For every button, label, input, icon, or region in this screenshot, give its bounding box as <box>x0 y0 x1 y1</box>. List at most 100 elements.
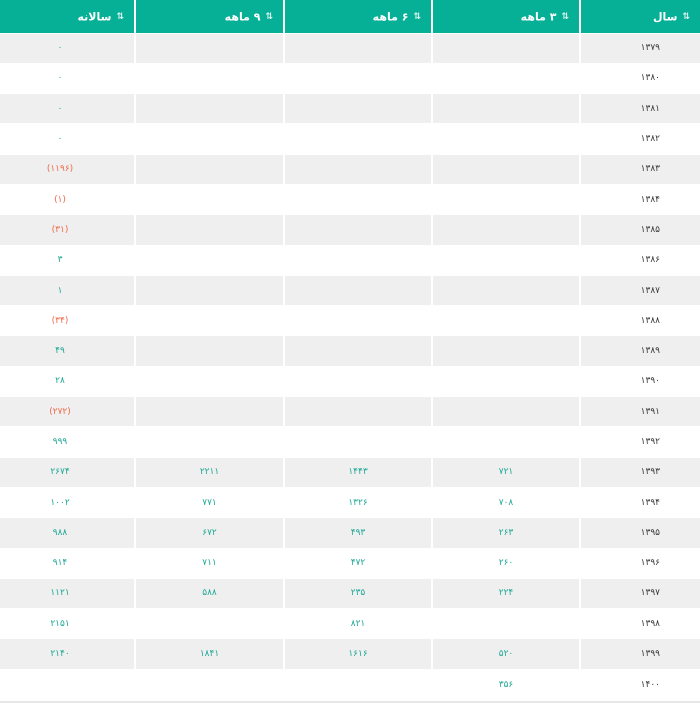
three-month-cell <box>431 123 580 155</box>
three-month-cell: ۲۲۴ <box>431 577 580 609</box>
header-9-month[interactable]: ⇅ ۹ ماهه <box>134 0 284 33</box>
yearly-cell: ۴۹ <box>0 335 135 367</box>
header-3-month[interactable]: ⇅ ۳ ماهه <box>431 0 580 33</box>
year-cell: ۱۳۸۶ <box>579 244 700 276</box>
nine-month-cell <box>134 305 284 336</box>
table-row: ۱۳۸۴ (۱) <box>0 183 700 215</box>
nine-month-cell <box>134 32 284 64</box>
three-month-cell <box>431 93 580 124</box>
six-month-cell <box>283 426 432 458</box>
sort-arrows-icon[interactable]: ⇅ <box>116 12 124 22</box>
yearly-cell: ۹۸۸ <box>0 517 135 549</box>
financial-table: ⇅سال ⇅۳ ماهه ⇅۶ ماهه ⇅۹ ماهه ⇅سالانه ۱۳۷… <box>0 0 700 700</box>
year-cell: ۱۳۹۷ <box>579 577 700 609</box>
nine-month-cell <box>134 214 284 246</box>
table-row: ۱۳۹۴ ۷۰۸ ۱۳۲۶ ۷۷۱ ۱۰۰۲ <box>0 486 700 518</box>
table-row: ۱۳۸۳ (۱۱۹۶) <box>0 153 700 185</box>
three-month-cell <box>431 244 580 276</box>
yearly-cell: ۹۹۹ <box>0 426 135 458</box>
nine-month-cell: ۷۷۱ <box>134 486 284 518</box>
sort-arrows-icon[interactable]: ⇅ <box>413 12 421 22</box>
year-cell: ۱۴۰۰ <box>579 668 700 700</box>
yearly-cell: (۱۱۹۶) <box>0 153 135 185</box>
six-month-cell <box>283 214 432 246</box>
six-month-cell: ۱۳۲۶ <box>283 486 432 518</box>
sort-arrows-icon[interactable]: ⇅ <box>682 12 690 22</box>
six-month-cell: ۲۳۵ <box>283 577 432 609</box>
header-yearly[interactable]: ⇅ سالانه <box>0 0 135 33</box>
yearly-cell: ۰ <box>0 93 135 124</box>
six-month-cell: ۸۲۱ <box>283 608 432 639</box>
yearly-cell: ۲۱۵۱ <box>0 608 135 639</box>
six-month-cell <box>283 396 432 427</box>
yearly-cell: ۱۰۰۲ <box>0 486 135 518</box>
three-month-cell: ۵۲۰ <box>431 638 580 670</box>
six-month-cell: ۱۴۴۳ <box>283 456 432 488</box>
nine-month-cell <box>134 668 284 700</box>
year-cell: ۱۳۹۶ <box>579 547 700 579</box>
nine-month-cell <box>134 396 284 427</box>
yearly-cell: (۲۷۲) <box>0 396 135 427</box>
table-row: ۱۳۸۷ ۱ <box>0 274 700 306</box>
header-label: سال <box>652 10 678 23</box>
nine-month-cell <box>134 335 284 367</box>
table-row: ۱۳۹۸ ۸۲۱ ۲۱۵۱ <box>0 608 700 639</box>
yearly-cell: ۰ <box>0 32 135 64</box>
year-cell: ۱۳۸۴ <box>579 183 700 215</box>
three-month-cell <box>431 305 580 336</box>
year-cell: ۱۳۹۵ <box>579 517 700 549</box>
year-cell: ۱۳۹۹ <box>579 638 700 670</box>
table-row: ۱۳۸۵ (۳۱) <box>0 214 700 246</box>
sort-arrows-icon[interactable]: ⇅ <box>561 12 569 22</box>
nine-month-cell <box>134 93 284 124</box>
year-cell: ۱۳۸۸ <box>579 305 700 336</box>
year-cell: ۱۳۹۴ <box>579 486 700 518</box>
six-month-cell <box>283 123 432 155</box>
year-cell: ۱۳۹۱ <box>579 396 700 427</box>
table-header-row: ⇅ سال ⇅ ۳ ماهه ⇅ ۶ ماهه ⇅ ۹ ماهه ⇅ سالانه <box>0 0 700 33</box>
year-cell: ۱۳۹۸ <box>579 608 700 639</box>
yearly-cell: ۱۱۲۱ <box>0 577 135 609</box>
six-month-cell <box>283 668 432 700</box>
nine-month-cell: ۱۸۴۱ <box>134 638 284 670</box>
six-month-cell: ۴۷۲ <box>283 547 432 579</box>
table-row: ۱۳۹۷ ۲۲۴ ۲۳۵ ۵۸۸ ۱۱۲۱ <box>0 577 700 609</box>
six-month-cell <box>283 93 432 124</box>
yearly-cell <box>0 668 135 700</box>
six-month-cell: ۱۶۱۶ <box>283 638 432 670</box>
nine-month-cell <box>134 426 284 458</box>
nine-month-cell: ۵۸۸ <box>134 577 284 609</box>
header-label: ۹ ماهه <box>224 10 261 23</box>
six-month-cell: ۴۹۳ <box>283 517 432 549</box>
six-month-cell <box>283 274 432 306</box>
sort-arrows-icon[interactable]: ⇅ <box>265 12 273 22</box>
table-row: ۱۳۹۶ ۲۶۰ ۴۷۲ ۷۱۱ ۹۱۴ <box>0 547 700 579</box>
yearly-cell: ۰ <box>0 62 135 94</box>
table-row: ۱۳۹۲ ۹۹۹ <box>0 426 700 458</box>
year-cell: ۱۳۸۲ <box>579 123 700 155</box>
six-month-cell <box>283 305 432 336</box>
three-month-cell <box>431 153 580 185</box>
table-row: ۱۳۸۰ ۰ <box>0 62 700 94</box>
header-6-month[interactable]: ⇅ ۶ ماهه <box>283 0 432 33</box>
three-month-cell <box>431 365 580 397</box>
six-month-cell <box>283 62 432 94</box>
three-month-cell <box>431 214 580 246</box>
yearly-cell: ۲۶۷۴ <box>0 456 135 488</box>
data-table-container: ⇅سال ⇅۳ ماهه ⇅۶ ماهه ⇅۹ ماهه ⇅سالانه ۱۳۷… <box>0 0 700 704</box>
table-bottom-border <box>0 701 700 703</box>
year-cell: ۱۳۸۵ <box>579 214 700 246</box>
table-row: ۱۳۹۵ ۲۶۳ ۴۹۳ ۶۷۲ ۹۸۸ <box>0 517 700 549</box>
three-month-cell <box>431 274 580 306</box>
six-month-cell <box>283 183 432 215</box>
three-month-cell <box>431 183 580 215</box>
yearly-cell: ۲۱۴۰ <box>0 638 135 670</box>
header-year[interactable]: ⇅ سال <box>579 0 700 33</box>
three-month-cell: ۲۶۳ <box>431 517 580 549</box>
yearly-cell: ۱ <box>0 274 135 306</box>
table-row: ۱۳۸۶ ۳ <box>0 244 700 276</box>
table-body: ۱۳۷۹ ۰ ۱۳۸۰ ۰ ۱۳۸۱ ۰ ۱۳۸۲ ۰ ۱۳۸۳ (۱۱۹۶) ۱۳۸۴ (۱) ۱۳۸… <box>0 32 700 700</box>
table-row: ۱۳۸۲ ۰ <box>0 123 700 155</box>
table-row: ۱۳۹۱ (۲۷۲) <box>0 396 700 427</box>
nine-month-cell <box>134 274 284 306</box>
